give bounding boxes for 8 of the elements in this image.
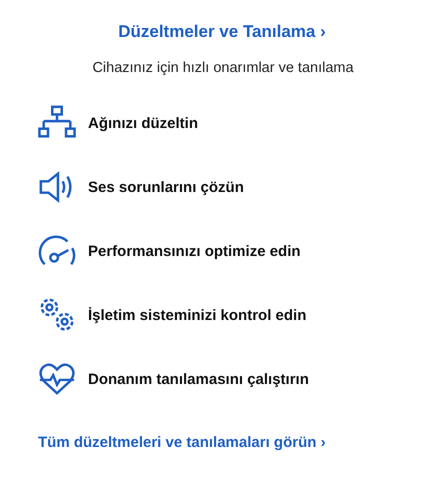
menu-item[interactable]: Performansınızı optimize edin	[88, 242, 301, 260]
menu-item[interactable]: Donanım tanılamasını çalıştırın	[88, 370, 309, 388]
menu-item[interactable]: Ağınızı düzeltin	[88, 114, 198, 132]
menu-item[interactable]: Ses sorunlarını çözün	[88, 178, 244, 196]
title-link[interactable]: Düzeltmeler ve Tanılama ›	[118, 22, 326, 42]
subtitle: Cihazınız için hızlı onarımlar ve tanılama	[92, 60, 354, 76]
menu-item[interactable]: İşletim sisteminizi kontrol edin	[88, 306, 306, 324]
see-all-link[interactable]: Tüm düzeltmeleri ve tanılamaları görün ›	[38, 434, 326, 451]
